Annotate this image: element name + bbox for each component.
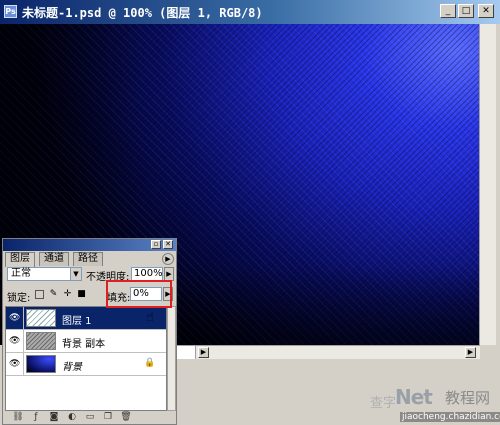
divider bbox=[23, 307, 24, 329]
status-area bbox=[176, 346, 196, 359]
panel-minimize-button[interactable]: ▫ bbox=[151, 240, 161, 249]
fill-label: 填充: bbox=[107, 293, 131, 304]
blend-mode-select[interactable]: 正常 ▼ bbox=[7, 267, 82, 281]
layer-thumbnail bbox=[26, 355, 56, 373]
folder-icon[interactable]: ▭ bbox=[83, 412, 97, 423]
layer-list-scrollbar[interactable] bbox=[167, 306, 176, 411]
watermark-url: jiaocheng.chazidian.com bbox=[400, 412, 500, 422]
layer-list: 👁 图层 1 ☝ 👁 背景 副本 👁 背景 🔒 bbox=[5, 306, 167, 411]
document-title: 未标题-1.psd @ 100% (图层 1, RGB/8) bbox=[22, 6, 263, 20]
lock-transparency-icon[interactable] bbox=[35, 290, 44, 299]
divider bbox=[23, 330, 24, 352]
watermark-left: 查字 bbox=[370, 396, 397, 411]
eye-icon[interactable]: 👁 bbox=[9, 336, 21, 346]
lock-brush-icon[interactable]: ✎ bbox=[49, 290, 58, 299]
chevron-down-icon[interactable]: ▼ bbox=[70, 268, 81, 280]
fill-field[interactable]: 0% bbox=[130, 287, 162, 301]
trash-icon[interactable]: 🗑 bbox=[119, 412, 133, 423]
layer-name: 背景 bbox=[62, 362, 82, 373]
layer-row[interactable]: 👁 图层 1 ☝ bbox=[6, 307, 166, 330]
lock-move-icon[interactable]: ✛ bbox=[63, 290, 72, 299]
mask-icon[interactable]: ◙ bbox=[47, 412, 61, 423]
layer-name: 图层 1 bbox=[62, 316, 92, 327]
opacity-label: 不透明度: bbox=[86, 272, 130, 283]
scroll-arrow-icon[interactable]: ▶ bbox=[198, 347, 209, 358]
panel-tabs: 图层 通道 路径 bbox=[5, 252, 176, 267]
minimize-button[interactable]: _ bbox=[440, 4, 456, 18]
watermark-title: 教程网 bbox=[445, 389, 491, 407]
photoshop-app-icon: Ps bbox=[4, 5, 17, 18]
lock-icon: 🔒 bbox=[144, 358, 156, 368]
fill-slider-arrow-icon[interactable]: ▶ bbox=[163, 287, 173, 301]
tab-layers[interactable]: 图层 bbox=[5, 252, 35, 267]
lock-all-icon[interactable]: ■ bbox=[77, 290, 86, 299]
adjustment-layer-icon[interactable]: ◐ bbox=[65, 412, 79, 423]
opacity-field[interactable]: 100% bbox=[131, 267, 163, 281]
layer-name: 背景 副本 bbox=[62, 339, 106, 350]
opacity-slider-arrow-icon[interactable]: ▶ bbox=[164, 267, 174, 281]
lock-fill-row: 锁定: ✎ ✛ ■ 填充: 0% ▶ bbox=[7, 287, 175, 304]
blend-opacity-row: 正常 ▼ 不透明度: 100% ▶ bbox=[7, 267, 175, 283]
layer-row[interactable]: 👁 背景 🔒 bbox=[6, 353, 166, 376]
tab-channels[interactable]: 通道 bbox=[39, 252, 69, 266]
layer-thumbnail bbox=[26, 332, 56, 350]
layers-panel: ▫ ✕ 图层 通道 路径 ▶ 正常 ▼ 不透明度: 100% ▶ 锁定: ✎ ✛… bbox=[2, 238, 177, 425]
link-icon[interactable]: ⛓ bbox=[11, 412, 25, 423]
panel-titlebar[interactable]: ▫ ✕ bbox=[3, 239, 176, 251]
maximize-button[interactable]: □ bbox=[458, 4, 474, 18]
document-titlebar[interactable]: Ps 未标题-1.psd @ 100% (图层 1, RGB/8) _ □ ✕ bbox=[0, 0, 500, 24]
layer-row[interactable]: 👁 背景 副本 bbox=[6, 330, 166, 353]
horizontal-scrollbar[interactable]: ▶ ▶ bbox=[176, 345, 480, 359]
vertical-scrollbar[interactable] bbox=[479, 24, 496, 345]
layer-thumbnail bbox=[26, 309, 56, 327]
watermark: Net 教程网 jiaocheng.chazidian.com bbox=[395, 385, 500, 425]
scroll-right-arrow-icon[interactable]: ▶ bbox=[465, 347, 476, 358]
divider bbox=[23, 353, 24, 375]
watermark-logo: Net bbox=[395, 385, 433, 409]
layer-style-icon[interactable]: ƒ bbox=[29, 412, 43, 423]
blend-mode-value: 正常 bbox=[11, 268, 31, 279]
layer-actions-bar: ⛓ ƒ ◙ ◐ ▭ ❐ 🗑 bbox=[5, 412, 175, 424]
new-layer-icon[interactable]: ❐ bbox=[101, 412, 115, 423]
panel-menu-icon[interactable]: ▶ bbox=[162, 253, 174, 265]
panel-close-button[interactable]: ✕ bbox=[163, 240, 173, 249]
lock-label: 锁定: bbox=[7, 293, 31, 304]
eye-icon[interactable]: 👁 bbox=[9, 313, 21, 323]
eye-icon[interactable]: 👁 bbox=[9, 359, 21, 369]
tab-paths[interactable]: 路径 bbox=[73, 252, 103, 266]
close-button[interactable]: ✕ bbox=[478, 4, 494, 18]
hand-cursor-icon: ☝ bbox=[146, 310, 154, 325]
